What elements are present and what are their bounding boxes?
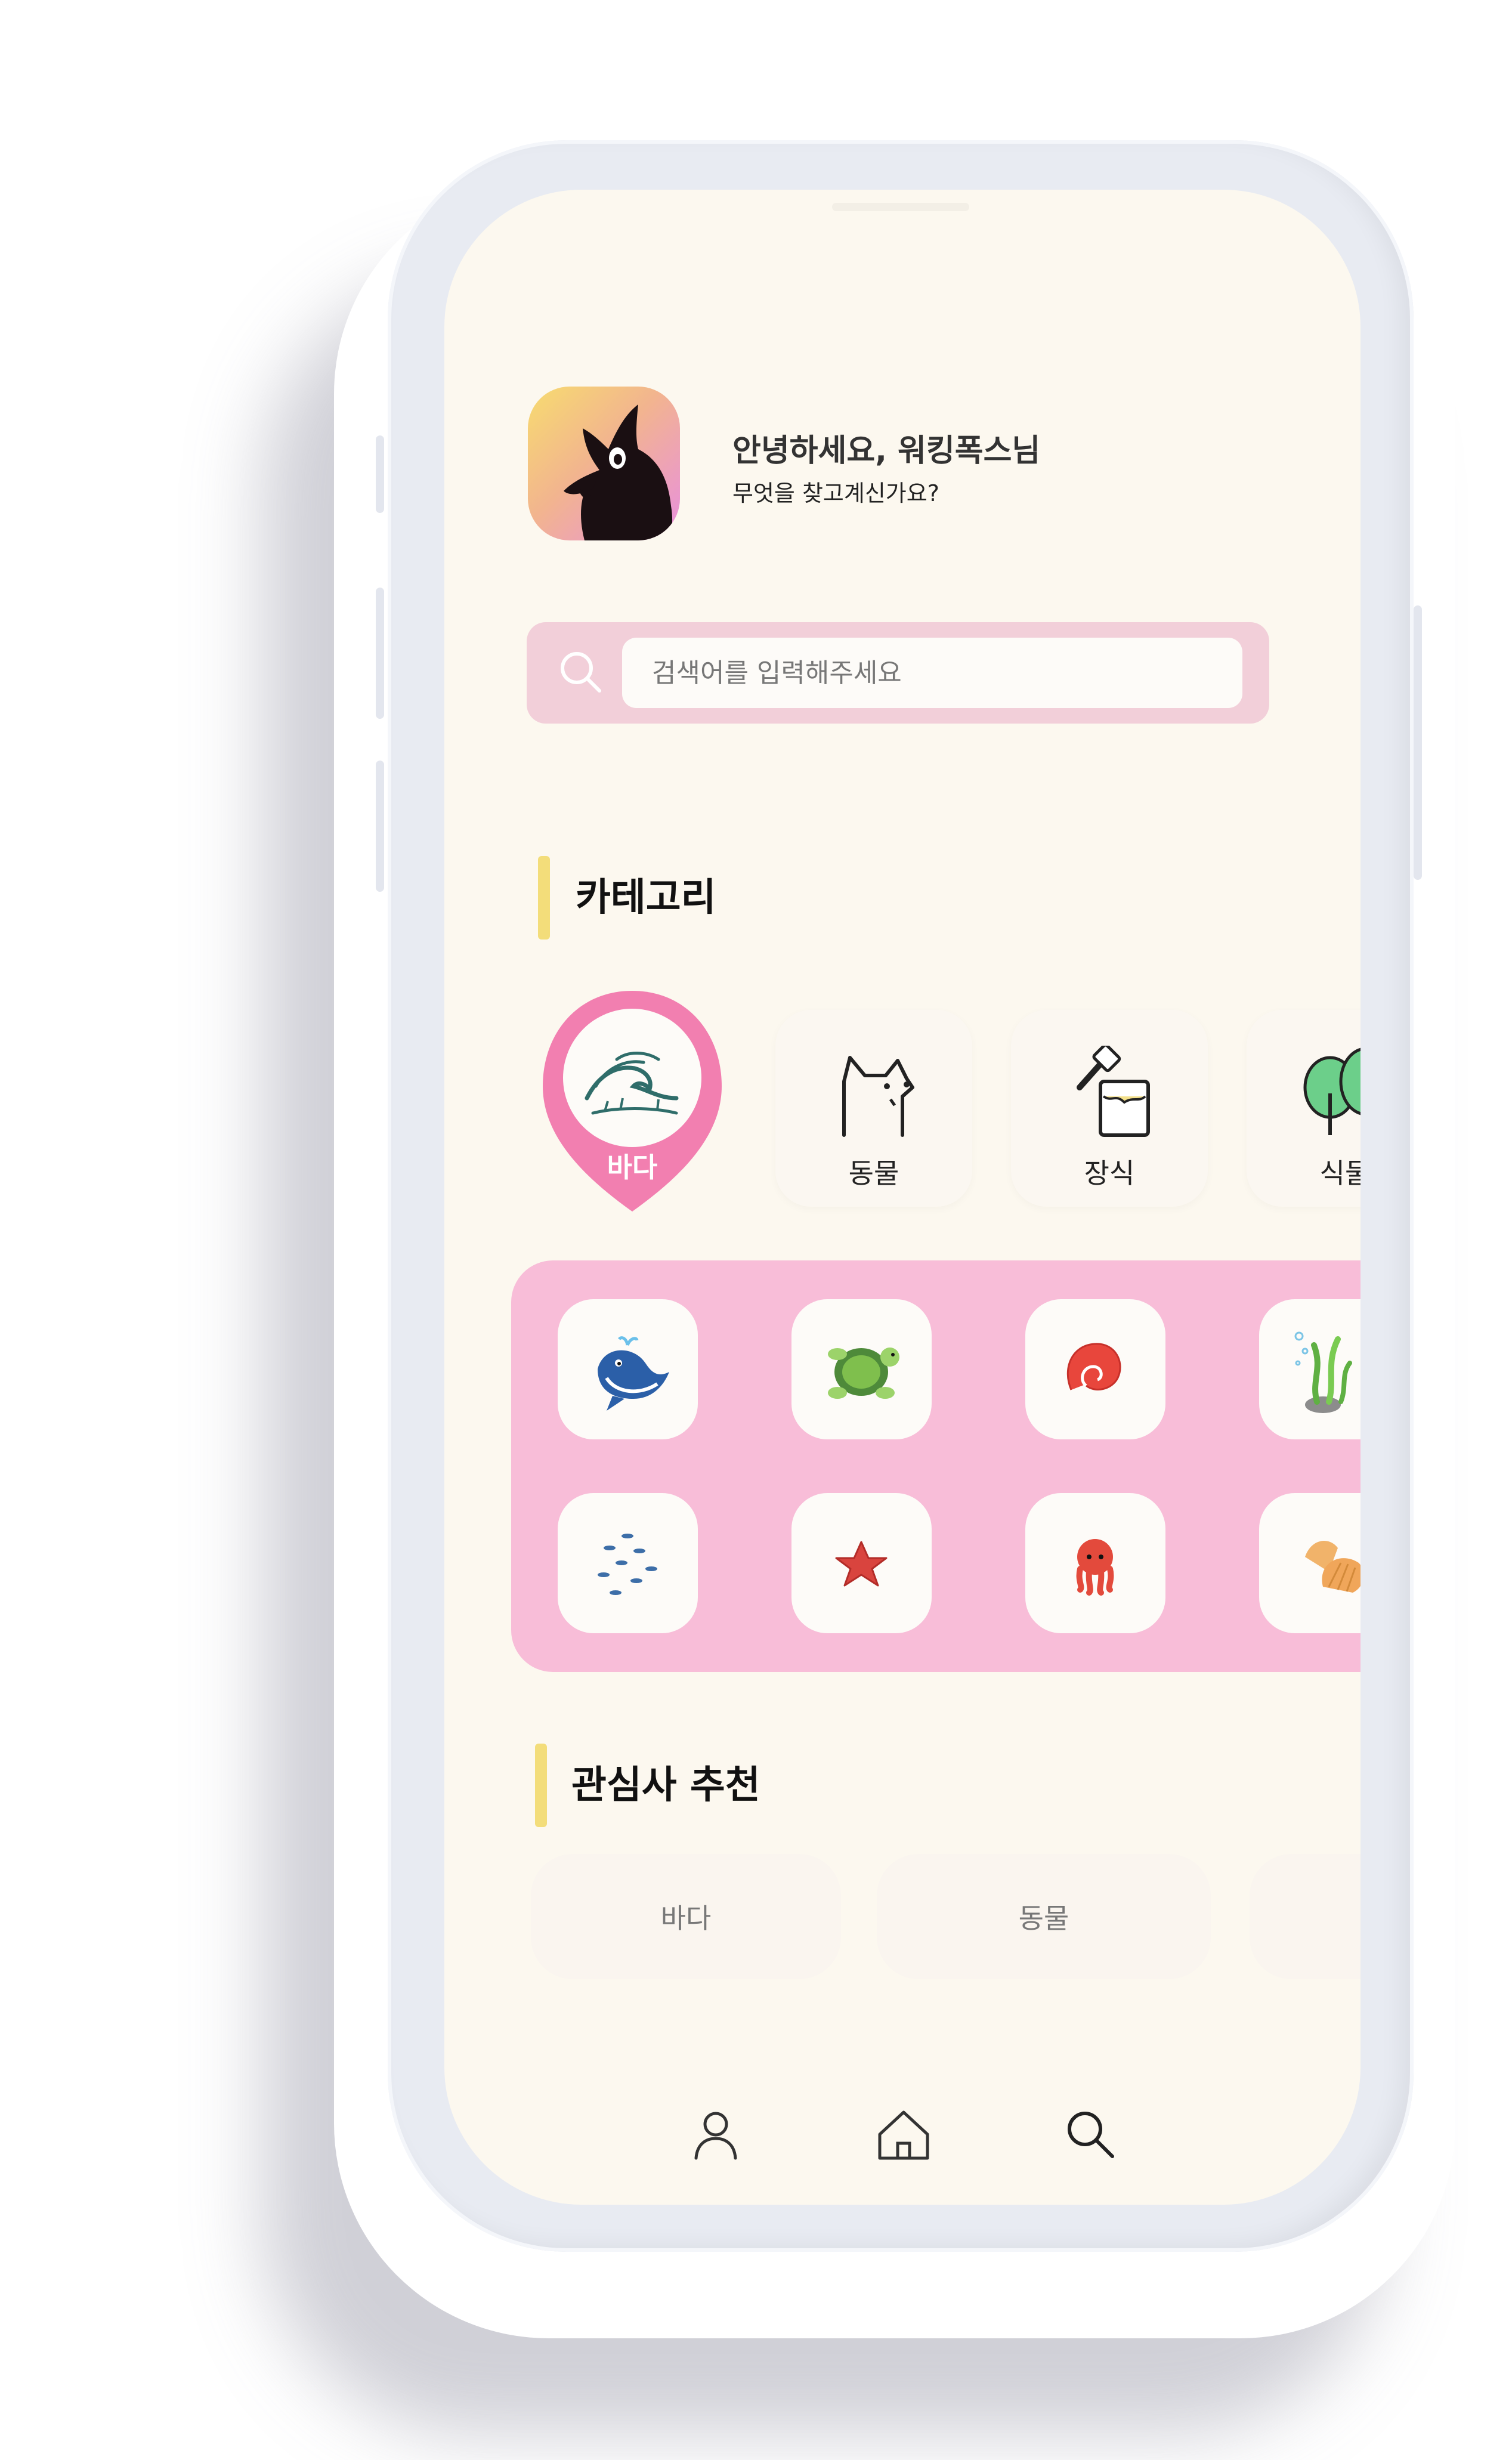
recommend-section-marker: [535, 1744, 547, 1827]
trees-icon: [1303, 1047, 1361, 1135]
volume-up-button: [376, 588, 384, 719]
turtle-icon: [828, 1348, 899, 1399]
category-label: 동물: [848, 1157, 899, 1189]
category-label: 장식: [1084, 1157, 1135, 1189]
category-title: 카테고리: [576, 876, 716, 920]
whale-icon: [598, 1336, 669, 1411]
fish-school-icon: [598, 1534, 657, 1595]
category-animal-button[interactable]: 동물: [775, 1010, 972, 1207]
sea-item-whale[interactable]: [558, 1299, 698, 1439]
recommend-chip[interactable]: [1250, 1854, 1361, 1979]
sea-item-shell[interactable]: [1025, 1299, 1165, 1439]
user-icon[interactable]: [689, 2107, 743, 2161]
scallop-icon: [1305, 1541, 1361, 1593]
greeting-subtitle: 무엇을 찾고계신가요?: [732, 480, 939, 506]
sea-item-seaweed[interactable]: [1259, 1299, 1361, 1439]
mute-switch: [376, 435, 384, 513]
category-section-marker: [538, 856, 550, 940]
recommend-chip[interactable]: 동물: [877, 1854, 1211, 1979]
power-button: [1414, 605, 1422, 880]
wave-icon-circle: [563, 1009, 701, 1147]
paint-bucket-icon: [1077, 1046, 1150, 1137]
category-sea-button[interactable]: 바다: [543, 991, 722, 1212]
octopus-icon: [1076, 1539, 1114, 1596]
seaweed-icon: [1294, 1331, 1352, 1413]
dog-icon: [842, 1056, 914, 1137]
avatar[interactable]: [528, 387, 680, 540]
sea-item-octopus[interactable]: [1025, 1493, 1165, 1633]
app-screen: 안녕하세요, 워킹폭스님 무엇을 찾고계신가요? 카테고리 바다: [444, 190, 1361, 2205]
category-label: 식물: [1319, 1157, 1361, 1189]
sea-item-turtle[interactable]: [791, 1299, 932, 1439]
sea-item-fish-school[interactable]: [558, 1493, 698, 1633]
sea-item-starfish[interactable]: [791, 1493, 932, 1633]
category-plant-button[interactable]: 식물: [1247, 1010, 1361, 1207]
starfish-icon: [835, 1541, 888, 1587]
sea-items-panel: [511, 1260, 1361, 1672]
recommend-title: 관심사 추천: [571, 1763, 760, 1807]
shell-icon: [1066, 1343, 1121, 1390]
search-tab-icon[interactable]: [1063, 2107, 1117, 2161]
home-icon[interactable]: [874, 2107, 933, 2161]
fox-mascot-icon: [564, 404, 673, 540]
category-decor-button[interactable]: 장식: [1011, 1010, 1208, 1207]
speaker: [832, 203, 969, 211]
category-label: 바다: [607, 1151, 658, 1183]
greeting-title: 안녕하세요, 워킹폭스님: [732, 433, 1041, 469]
search-input[interactable]: [622, 638, 1242, 708]
search-bar: [527, 622, 1269, 724]
sea-item-scallop[interactable]: [1259, 1493, 1361, 1633]
wave-icon: [585, 1052, 679, 1115]
volume-down-button: [376, 761, 384, 892]
recommend-chip[interactable]: 바다: [531, 1854, 841, 1979]
search-icon[interactable]: [558, 649, 605, 697]
